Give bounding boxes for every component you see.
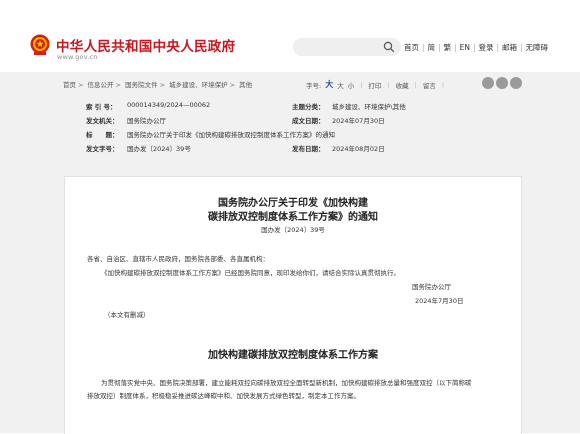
national-emblem-icon [30,34,50,55]
font-size-label: 字号: [306,81,322,90]
nav-english[interactable]: EN [460,43,470,52]
nav-mail[interactable]: 邮箱 [502,42,517,53]
breadcrumb-urban-env[interactable]: 城乡建设、环境保护 [169,81,228,89]
abridged-note: （本文有删减） [104,311,150,319]
sign-date: 2024年7月30日 [415,297,464,305]
breadcrumb-home[interactable]: 首页 [63,81,76,89]
breadcrumb-state-council-docs[interactable]: 国务院文件 [125,81,158,89]
issuer-value: 国务院办公厅 [127,117,166,125]
breadcrumb: 首页 > 信息公开 > 国务院文件 > 城乡建设、环境保护 > 其他 [63,81,253,89]
font-size-small[interactable]: 小 [348,80,355,90]
pubdate-label: 发布日期： [292,145,325,153]
favorite-button[interactable]: 收藏 [396,80,409,90]
pubdate-value: 2024年08月02日 [332,145,385,153]
site-title[interactable]: 中华人民共和国中央人民政府 [56,35,235,55]
nav-home[interactable]: 首页 [404,42,419,53]
nav-traditional[interactable]: 繁 [444,42,452,53]
date-written-label: 成文日期： [292,117,325,125]
document-title-line1: 国务院办公厅关于印发《加快构建 [218,198,368,209]
title-label: 标 题： [86,131,119,139]
top-nav: 首页 | 简 | 繁 | EN | 登录 | 邮箱 | 无障碍 [404,42,549,53]
plan-title: 加快构建碳排放双控制度体系工作方案 [208,350,378,361]
index-label: 索 引 号： [86,103,117,111]
nav-login[interactable]: 登录 [478,42,493,53]
signer: 国务院办公厅 [412,283,451,291]
search-icon[interactable] [383,41,395,53]
breadcrumb-other[interactable]: 其他 [239,81,252,89]
nav-simplified[interactable]: 简 [428,42,436,53]
topic-value: 城乡建设、环境保护\其他 [332,103,406,111]
print-button[interactable]: 打印 [368,80,381,90]
search-input[interactable] [293,38,401,56]
date-written-value: 2024年07月30日 [332,117,385,125]
font-size-large[interactable]: 大 [325,79,333,90]
docno-label: 发文字号： [86,145,119,153]
issuer-label: 发文机关： [86,117,119,125]
site-header: 中华人民共和国中央人民政府 www.gov.cn 首页 | 简 | 繁 | EN | 登… [0,0,580,72]
index-value: 000014349/2024—00062 [127,101,211,109]
comment-button[interactable]: 留言 [423,80,436,90]
topic-label: 主题分类： [292,103,325,111]
site-url: www.gov.cn [57,53,98,61]
nav-accessibility[interactable]: 无障碍 [526,42,549,53]
qq-share-icon[interactable] [510,77,522,89]
font-size-medium[interactable]: 大 [337,80,344,90]
document-body: 国务院办公厅关于印发《加快构建 碳排放双控制度体系工作方案》的通知 国办发〔20… [64,176,522,434]
body-paragraph: 《加快构建碳排放双控制度体系工作方案》已经国务院同意，现印发给你们，请结合实际认… [101,269,400,277]
document-metadata: 索 引 号： 000014349/2024—00062 主题分类： 城乡建设、环… [64,95,520,161]
plan-paragraph-line2: 排放双控）制度体系，积极稳妥推进碳达峰碳中和、加快发展方式绿色转型，制定本工作方… [87,392,360,400]
weibo-share-icon[interactable] [482,77,494,89]
title-value: 国务院办公厅关于印发《加快构建碳排放双控制度体系工作方案》的通知 [127,131,335,139]
document-title-line2: 碳排放双控制度体系工作方案》的通知 [208,212,378,223]
docno-value: 国办发〔2024〕39号 [127,145,191,153]
document-number: 国办发〔2024〕39号 [261,226,325,234]
page-tools: 字号: 大 大 小 | 打印 | 收藏 | 留言 | [306,79,445,90]
wechat-share-icon[interactable] [496,77,508,89]
breadcrumb-info-public[interactable]: 信息公开 [88,81,114,89]
plan-paragraph-line1: 为贯彻落实党中央、国务院决策部署，建立能耗双控向碳排放双控全面转型新机制，加快构… [101,379,472,387]
salutation: 各省、自治区、直辖市人民政府，国务院各部委、各直属机构： [87,255,269,263]
